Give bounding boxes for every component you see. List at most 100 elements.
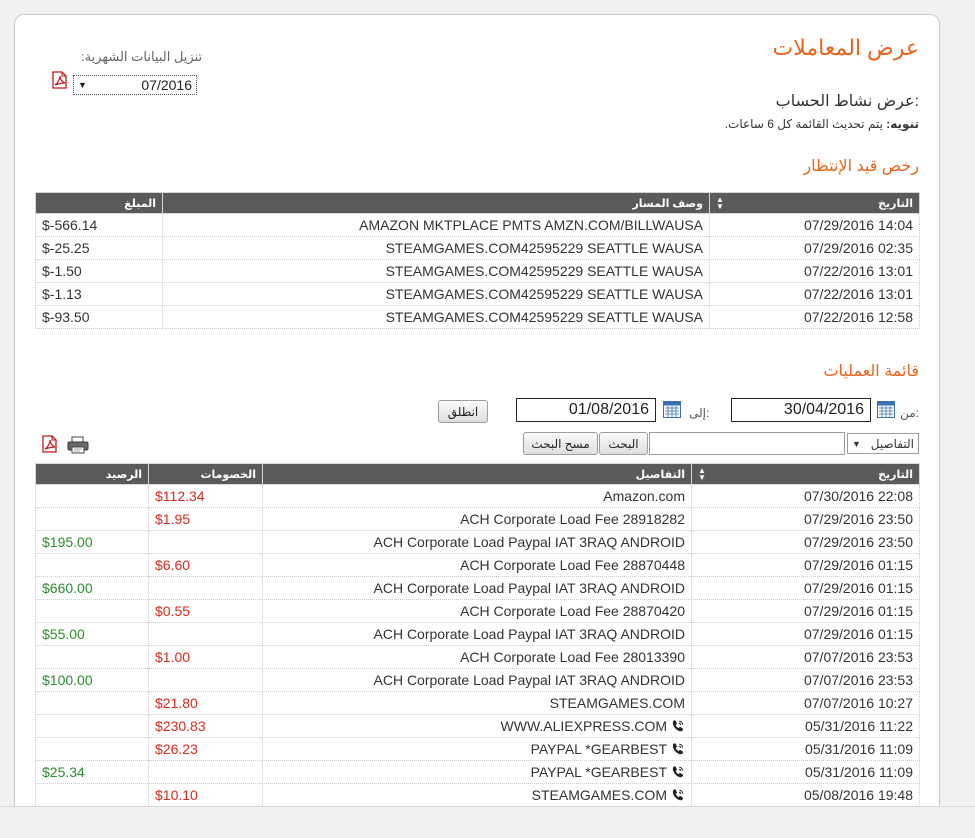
table-row: 10:27 07/07/2016 STEAMGAMES.COM $21.80 [35, 691, 920, 715]
operation-details-cell: ACH Corporate Load Fee 28918282 [262, 507, 692, 531]
operation-details-cell: ACH Corporate Load Paypal IAT 3RAQ ANDRO… [262, 530, 692, 554]
pending-col-date[interactable]: التاريخ ▲ ▼ [709, 192, 920, 214]
phone-icon[interactable] [671, 719, 685, 733]
operation-balance-cell [35, 783, 149, 807]
operation-balance-cell: $660.00 [35, 576, 149, 600]
operation-date-cell: 11:09 05/31/2016 [691, 760, 920, 784]
go-button[interactable]: انطلق [438, 400, 488, 423]
operation-details-text: STEAMGAMES.COM [531, 787, 667, 803]
operation-details-text: ACH Corporate Load Paypal IAT 3RAQ ANDRO… [373, 534, 686, 550]
operation-balance-cell: $100.00 [35, 668, 149, 692]
search-button[interactable]: البحث [599, 432, 648, 455]
operation-date-cell: 01:15 07/29/2016 [691, 599, 920, 623]
table-row: 14:04 07/29/2016 AMAZON MKTPLACE PMTS AMZ… [35, 213, 920, 237]
notice-text: يتم تحديث القائمة كل 6 ساعات. [724, 117, 883, 131]
filter-select-value: التفاصيل [870, 436, 914, 451]
pdf-icon[interactable] [41, 435, 57, 453]
sort-icon[interactable]: ▲ ▼ [698, 467, 706, 482]
operations-col-details: التفاصيل [262, 463, 692, 485]
operation-details-cell: STEAMGAMES.COM [262, 783, 692, 807]
account-activity-label: عرض نشاط الحساب: [775, 93, 919, 110]
table-row: 11:22 05/31/2016 WWW.ALIEXPRESS.COM $230.8… [35, 714, 920, 738]
pending-date-cell: 02:35 07/29/2016 [709, 236, 920, 260]
operation-date-cell: 19:48 05/08/2016 [691, 783, 920, 807]
operation-debit-cell: $1.95 [148, 507, 263, 531]
bottom-scrollbar-area [0, 806, 975, 838]
operation-details-text: PAYPAL *GEARBEST [530, 764, 667, 780]
operation-debit-cell: $230.83 [148, 714, 263, 738]
operation-date-cell: 23:50 07/29/2016 [691, 530, 920, 554]
chevron-down-icon: ▼ [852, 438, 861, 449]
pending-date-cell: 13:01 07/22/2016 [709, 259, 920, 283]
operation-balance-cell [35, 484, 149, 508]
table-row: 02:35 07/29/2016 STEAMGAMES.COM42595229 S… [35, 236, 920, 260]
operation-date-cell: 10:27 07/07/2016 [691, 691, 920, 715]
table-row: 19:48 05/08/2016 STEAMGAMES.COM $10.10 [35, 783, 920, 807]
operation-balance-cell: $195.00 [35, 530, 149, 554]
table-row: 12:58 07/22/2016 STEAMGAMES.COM42595229 S… [35, 305, 920, 329]
operation-date-cell: 11:22 05/31/2016 [691, 714, 920, 738]
operation-date-cell: 01:15 07/29/2016 [691, 553, 920, 577]
calendar-icon[interactable] [877, 401, 895, 418]
operation-date-cell: 23:53 07/07/2016 [691, 645, 920, 669]
pdf-icon[interactable] [51, 71, 67, 89]
table-row: 22:08 07/30/2016 Amazon.com $112.34 [35, 484, 920, 508]
table-row: 23:53 07/07/2016 ACH Corporate Load Fee 2… [35, 645, 920, 669]
operation-date-cell: 01:15 07/29/2016 [691, 576, 920, 600]
pending-col-date-label: التاريخ [878, 197, 913, 210]
operation-debit-cell [148, 576, 263, 600]
calendar-icon[interactable] [663, 401, 681, 418]
operation-details-text: ACH Corporate Load Paypal IAT 3RAQ ANDRO… [373, 580, 686, 596]
operation-balance-cell [35, 507, 149, 531]
main-panel: عرض المعاملات عرض نشاط الحساب: تنويه: يت… [14, 14, 940, 836]
pending-amount-cell: 1.50-$ [35, 259, 163, 283]
to-label: إلى: [689, 406, 710, 420]
pending-col-description: وصف المسار [162, 192, 710, 214]
operation-debit-cell [148, 668, 263, 692]
pending-amount-cell: 25.25-$ [35, 236, 163, 260]
table-row: 13:01 07/22/2016 STEAMGAMES.COM42595229 S… [35, 282, 920, 306]
from-date-input[interactable]: 30/04/2016 [731, 398, 871, 422]
from-label: من: [900, 406, 919, 420]
operation-date-cell: 22:08 07/30/2016 [691, 484, 920, 508]
pending-amount-cell: 1.13-$ [35, 282, 163, 306]
pending-date-cell: 14:04 07/29/2016 [709, 213, 920, 237]
table-row: 01:15 07/29/2016 ACH Corporate Load Paypa… [35, 576, 920, 600]
operation-details-cell: Amazon.com [262, 484, 692, 508]
phone-icon[interactable] [671, 742, 685, 756]
notice-label: تنويه: [886, 117, 919, 131]
to-date-input[interactable]: 01/08/2016 [516, 398, 656, 422]
filter-select[interactable]: ▼ التفاصيل [847, 433, 919, 454]
operation-details-text: Amazon.com [603, 488, 685, 504]
operation-date-cell: 11:09 05/31/2016 [691, 737, 920, 761]
pending-description-cell: STEAMGAMES.COM42595229 SEATTLE WAUSA [162, 236, 710, 260]
operation-details-cell: ACH Corporate Load Fee 28870420 [262, 599, 692, 623]
operation-debit-cell [148, 530, 263, 554]
month-select-value: 07/2016 [141, 77, 192, 93]
operation-debit-cell: $26.23 [148, 737, 263, 761]
operation-balance-cell: $25.34 [35, 760, 149, 784]
clear-search-button[interactable]: مسح البحث [523, 432, 598, 455]
operations-section-title: قائمة العمليات [823, 363, 919, 380]
print-icon[interactable] [67, 436, 89, 454]
pending-section-title: رخص قيد الإنتظار [803, 158, 919, 175]
operation-details-text: ACH Corporate Load Paypal IAT 3RAQ ANDRO… [373, 626, 686, 642]
phone-icon[interactable] [671, 788, 685, 802]
operation-balance-cell [35, 553, 149, 577]
month-select[interactable]: ▼ 07/2016 [73, 75, 197, 95]
sort-icon[interactable]: ▲ ▼ [716, 196, 724, 211]
pending-header-row: التاريخ ▲ ▼ وصف المسار المبلغ [35, 192, 920, 214]
monthly-download-label: تنزيل البيانات الشهرية: [81, 49, 203, 64]
operation-details-text: ACH Corporate Load Fee 28870448 [460, 557, 685, 573]
table-row: 23:50 07/29/2016 ACH Corporate Load Fee 2… [35, 507, 920, 531]
operations-col-date[interactable]: التاريخ ▲ ▼ [691, 463, 920, 485]
operation-balance-cell [35, 599, 149, 623]
search-input[interactable] [649, 432, 845, 455]
operation-details-text: PAYPAL *GEARBEST [530, 741, 667, 757]
operation-balance-cell [35, 714, 149, 738]
operation-debit-cell [148, 760, 263, 784]
phone-icon[interactable] [671, 765, 685, 779]
table-row: 11:09 05/31/2016 PAYPAL *GEARBEST $25.34 [35, 760, 920, 784]
table-row: 11:09 05/31/2016 PAYPAL *GEARBEST $26.23 [35, 737, 920, 761]
operations-col-debits: الخصومات [148, 463, 263, 485]
